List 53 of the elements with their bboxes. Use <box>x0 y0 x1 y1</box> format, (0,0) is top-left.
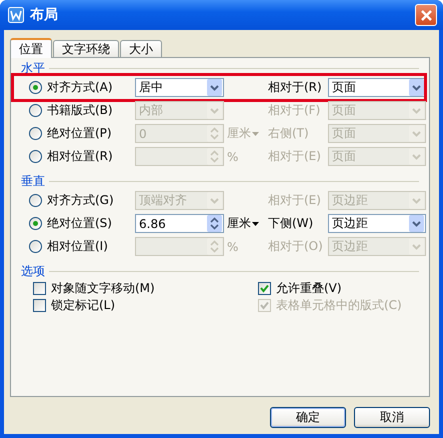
radio-button[interactable] <box>29 194 42 207</box>
dropdown[interactable]: 居中 <box>135 78 224 97</box>
checkbox-label: 表格单元格中的版式(C) <box>276 296 402 314</box>
relation-label: 相对于(E) <box>268 192 322 209</box>
spin-field[interactable]: 6.86 <box>135 214 224 233</box>
section-heading: 水平 <box>21 60 45 77</box>
section-heading: 选项 <box>21 263 45 280</box>
checkbox-label: 对象随文字移动(M) <box>51 280 155 296</box>
close-button[interactable] <box>415 4 437 26</box>
checkbox-label: 锁定标记(L) <box>51 296 116 314</box>
caret-icon <box>252 132 259 136</box>
radio-button[interactable] <box>29 104 42 117</box>
tab[interactable]: 位置 <box>10 38 52 58</box>
unit-selector: % <box>227 150 238 164</box>
dropdown[interactable]: 页边距 <box>328 214 426 233</box>
radio-label: 对齐方式(A) <box>47 79 113 96</box>
checkbox-label: 允许重叠(V) <box>276 280 342 296</box>
checkbox[interactable] <box>258 282 271 294</box>
chevron-down-icon <box>409 215 424 232</box>
unit-selector: % <box>227 240 238 254</box>
caret-icon <box>252 222 259 226</box>
relation-label: 相对于(E) <box>268 148 322 165</box>
spin-arrows-icon <box>207 215 222 232</box>
radio-button[interactable] <box>29 217 42 230</box>
app-icon <box>8 7 24 23</box>
unit-selector[interactable]: 厘米 <box>227 215 259 232</box>
checkbox[interactable] <box>33 282 46 294</box>
chevron-down-icon <box>207 79 222 96</box>
dialog-button[interactable]: 确定 <box>270 407 346 428</box>
relation-label: 下侧(W) <box>268 215 314 232</box>
dialog-button[interactable]: 取消 <box>354 407 430 428</box>
section-heading: 垂直 <box>21 173 45 190</box>
relation-label: 相对于(F) <box>268 102 322 119</box>
radio-label: 相对位置(R) <box>47 148 113 165</box>
radio-label: 绝对位置(S) <box>47 215 112 232</box>
radio-label: 对齐方式(G) <box>47 192 114 209</box>
window-title: 布局 <box>30 6 59 24</box>
radio-button[interactable] <box>29 81 42 94</box>
radio-button[interactable] <box>29 150 42 163</box>
close-icon <box>420 8 432 22</box>
relation-label: 相对于(R) <box>268 79 323 96</box>
tab[interactable]: 大小 <box>120 40 162 57</box>
dropdown[interactable]: 页面 <box>328 78 426 97</box>
relation-label: 相对于(O) <box>268 238 324 255</box>
radio-button[interactable] <box>29 240 42 253</box>
checkbox[interactable] <box>33 298 46 312</box>
relation-label: 右侧(T) <box>268 125 310 142</box>
radio-button[interactable] <box>29 127 42 140</box>
radio-label: 相对位置(I) <box>47 238 108 255</box>
radio-label: 绝对位置(P) <box>47 125 112 142</box>
chevron-down-icon <box>409 79 424 96</box>
radio-label: 书籍版式(B) <box>47 102 113 119</box>
tab[interactable]: 文字环绕 <box>53 40 119 57</box>
